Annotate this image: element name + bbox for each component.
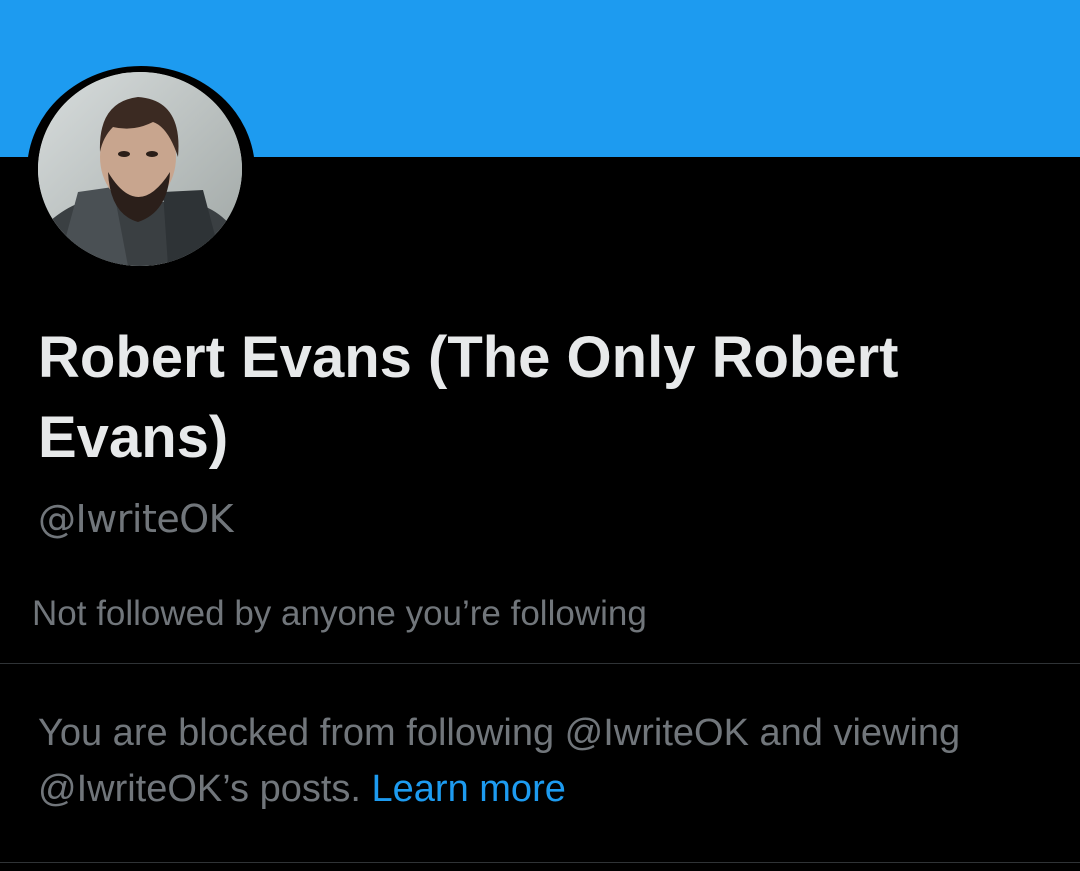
- profile-handle: @IwriteOK: [38, 497, 234, 541]
- avatar[interactable]: [38, 72, 242, 266]
- followers-you-know: Not followed by anyone you’re following: [32, 594, 647, 633]
- divider: [0, 862, 1080, 863]
- profile-display-name: Robert Evans (The Only Robert Evans): [38, 325, 899, 470]
- learn-more-link[interactable]: Learn more: [372, 768, 566, 810]
- divider: [0, 663, 1080, 664]
- avatar-photo: [38, 72, 242, 266]
- profile-page: Robert Evans (The Only Robert Evans) @Iw…: [0, 0, 1080, 871]
- blocked-notice: You are blocked from following @IwriteOK…: [38, 705, 1038, 817]
